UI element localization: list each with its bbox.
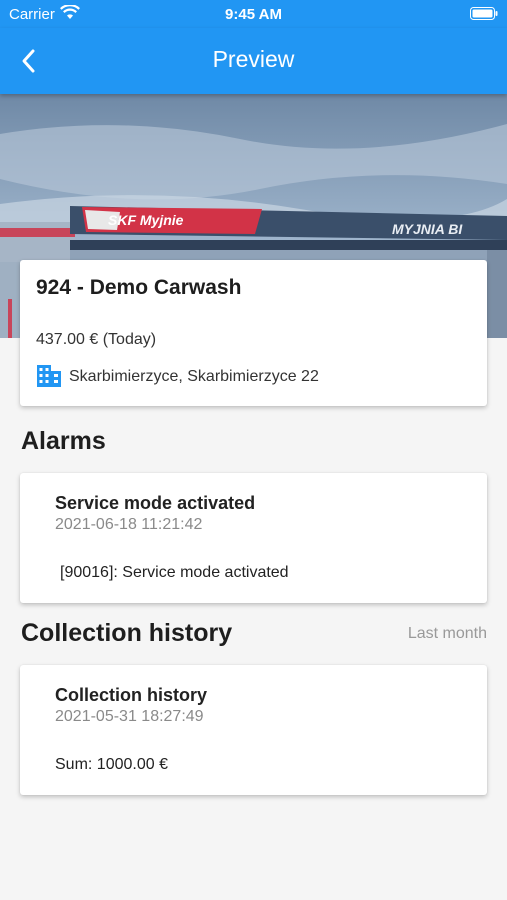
collection-history-heading: Collection history (21, 619, 233, 647)
canopy-sign-left: SKF Myjnie (108, 212, 184, 228)
alarms-heading: Alarms (21, 427, 106, 455)
building-icon (36, 364, 62, 393)
station-revenue: 437.00 € (Today) (36, 331, 157, 348)
collection-date: 2021-05-31 18:27:49 (55, 708, 204, 725)
station-name: 924 - Demo Carwash (36, 276, 242, 299)
collection-sum: Sum: 1000.00 € (55, 756, 168, 773)
alarm-date: 2021-06-18 11:21:42 (55, 516, 203, 533)
alarm-title: Service mode activated (55, 493, 256, 513)
alarm-card[interactable]: Service mode activated 2021-06-18 11:21:… (20, 473, 487, 603)
collection-card[interactable]: Collection history 2021-05-31 18:27:49 S… (20, 665, 487, 795)
app-bar: Preview (0, 28, 507, 94)
period-filter[interactable]: Last month (408, 625, 487, 643)
battery-icon (470, 7, 498, 24)
page-title: Preview (212, 46, 295, 72)
clock: 9:45 AM (225, 6, 282, 23)
alarm-message: [90016]: Service mode activated (60, 564, 289, 581)
station-card[interactable]: 924 - Demo Carwash 437.00 € (Today) Skar… (20, 260, 487, 406)
station-address: Skarbimierzyce, Skarbimierzyce 22 (69, 368, 319, 385)
status-bar: Carrier 9:45 AM (0, 0, 507, 28)
canopy-sign-right: MYJNIA BI (392, 221, 463, 237)
collection-title: Collection history (55, 685, 208, 705)
